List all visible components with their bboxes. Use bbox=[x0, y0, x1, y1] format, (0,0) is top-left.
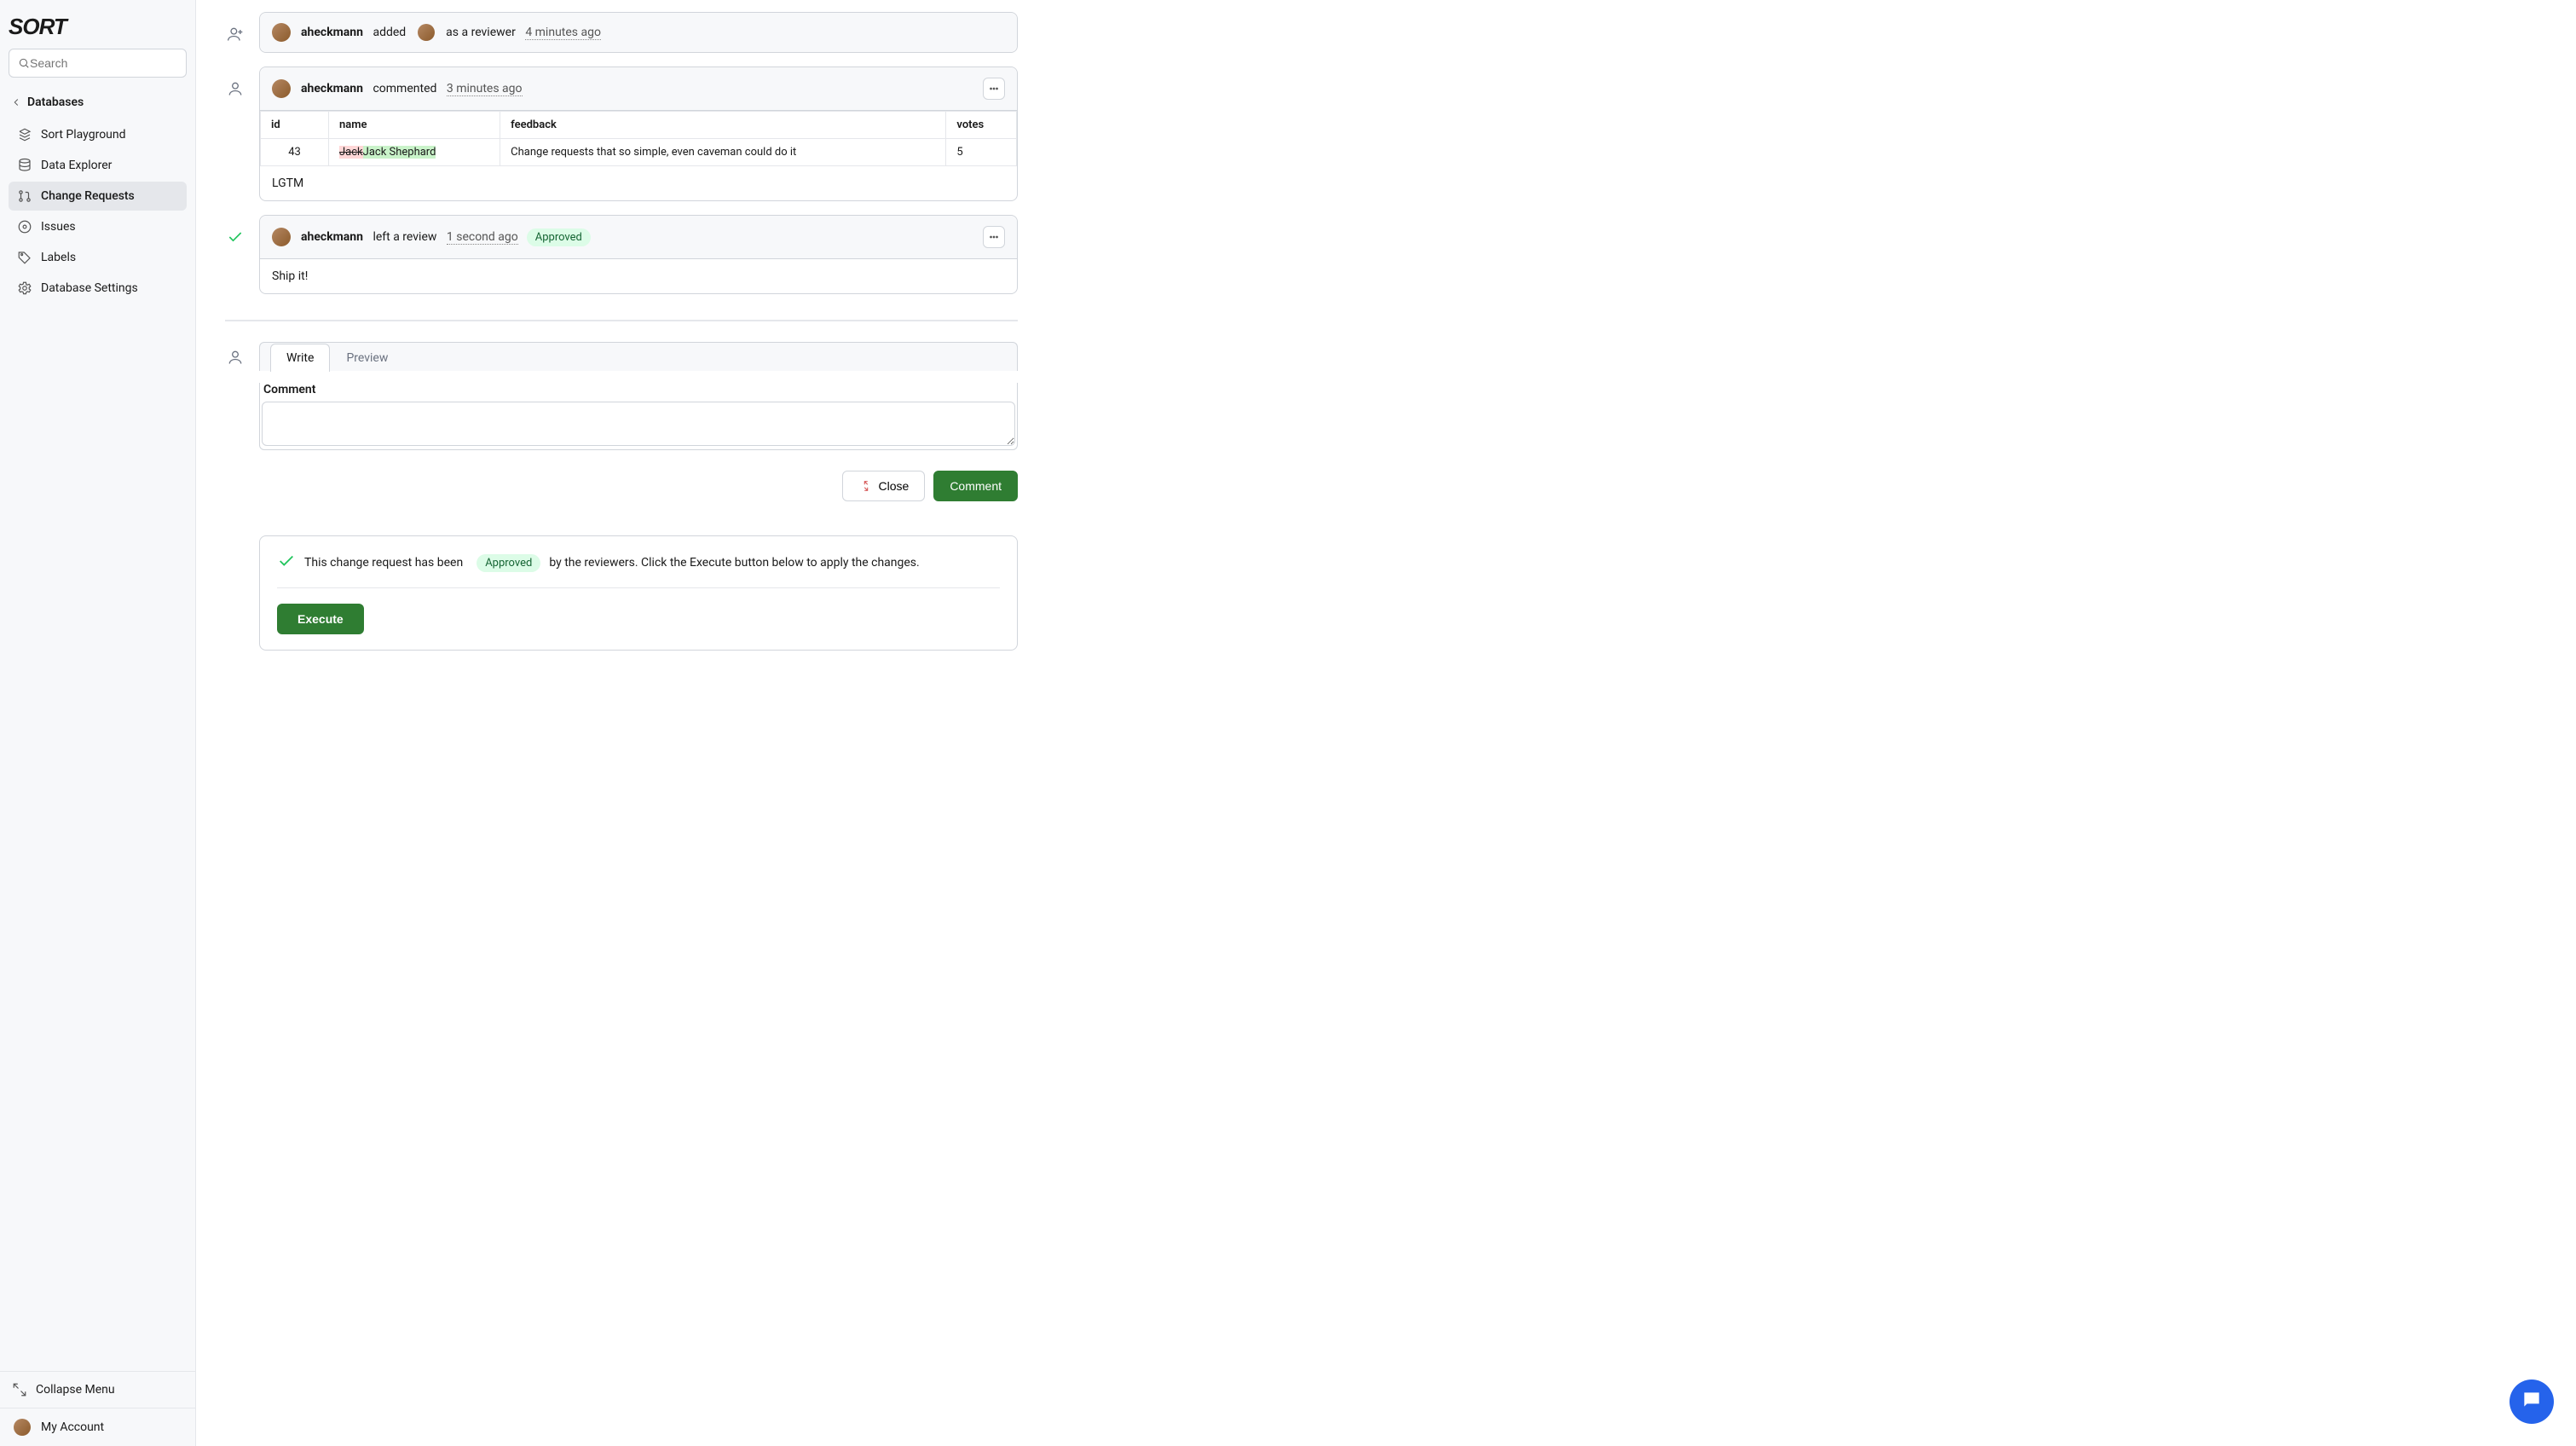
diff-deleted: Jack bbox=[339, 146, 363, 159]
cell-votes: 5 bbox=[946, 139, 1017, 166]
nav-data-explorer[interactable]: Data Explorer bbox=[9, 151, 187, 180]
person-add-icon bbox=[225, 24, 245, 44]
account-label: My Account bbox=[41, 1420, 104, 1434]
stack-icon bbox=[17, 127, 32, 142]
diff-table: id name feedback votes 43 JackJack Sheph… bbox=[260, 111, 1017, 166]
search-icon bbox=[18, 55, 30, 71]
pull-request-icon bbox=[17, 188, 32, 204]
tab-preview[interactable]: Preview bbox=[330, 344, 404, 372]
chevron-left-icon bbox=[9, 95, 24, 110]
nav-issues[interactable]: Issues bbox=[9, 212, 187, 241]
brand-logo: SORT bbox=[0, 10, 195, 49]
check-icon bbox=[225, 227, 245, 247]
status-card: This change request has been Approved by… bbox=[259, 535, 1018, 651]
search-input-wrap[interactable] bbox=[9, 49, 187, 78]
actor[interactable]: aheckmann bbox=[301, 230, 363, 244]
col-votes: votes bbox=[946, 112, 1017, 139]
person-icon bbox=[225, 347, 245, 367]
sidebar: SORT Databases Sort Playground Data Expl… bbox=[0, 0, 196, 1446]
back-label: Databases bbox=[27, 95, 84, 109]
nav-label: Sort Playground bbox=[41, 128, 126, 142]
approved-badge: Approved bbox=[477, 554, 540, 572]
nav-label: Change Requests bbox=[41, 189, 135, 203]
table-row: 43 JackJack Shephard Change requests tha… bbox=[261, 139, 1017, 166]
person-icon bbox=[225, 78, 245, 99]
search-input[interactable] bbox=[30, 56, 184, 70]
back-databases-link[interactable]: Databases bbox=[0, 88, 195, 117]
chat-icon bbox=[2521, 1389, 2543, 1414]
execute-button[interactable]: Execute bbox=[277, 604, 364, 634]
status-post: by the reviewers. Click the Execute butt… bbox=[549, 556, 919, 570]
avatar bbox=[272, 23, 291, 42]
composer-tabs: Write Preview bbox=[259, 342, 1018, 371]
close-label: Close bbox=[879, 479, 910, 493]
approved-badge: Approved bbox=[527, 228, 591, 246]
check-icon bbox=[277, 552, 296, 574]
close-cr-icon bbox=[858, 478, 874, 494]
avatar bbox=[14, 1419, 31, 1436]
event-review: aheckmann left a review 1 second ago App… bbox=[225, 215, 1018, 294]
comment-composer: Write Preview Comment Close Comment bbox=[225, 342, 1018, 651]
nav-label: Database Settings bbox=[41, 281, 138, 295]
nav-change-requests[interactable]: Change Requests bbox=[9, 182, 187, 211]
tab-write[interactable]: Write bbox=[270, 344, 330, 372]
col-name: name bbox=[329, 112, 500, 139]
nav-label: Issues bbox=[41, 220, 76, 234]
review-body: Ship it! bbox=[260, 259, 1017, 293]
cell-name: JackJack Shephard bbox=[329, 139, 500, 166]
more-button[interactable] bbox=[983, 78, 1005, 100]
actor[interactable]: aheckmann bbox=[301, 26, 363, 39]
nav-sort-playground[interactable]: Sort Playground bbox=[9, 120, 187, 149]
ellipsis-icon bbox=[986, 229, 1002, 245]
avatar bbox=[272, 228, 291, 246]
nav-label: Data Explorer bbox=[41, 159, 112, 172]
avatar bbox=[418, 24, 435, 41]
my-account[interactable]: My Account bbox=[0, 1408, 195, 1446]
collapse-label: Collapse Menu bbox=[36, 1383, 115, 1397]
timestamp[interactable]: 4 minutes ago bbox=[525, 26, 601, 40]
cell-feedback: Change requests that so simple, even cav… bbox=[500, 139, 946, 166]
comment-body: LGTM bbox=[260, 166, 1017, 200]
verb: added bbox=[373, 26, 406, 39]
avatar bbox=[272, 79, 291, 98]
nav-label: Labels bbox=[41, 251, 76, 264]
database-icon bbox=[17, 158, 32, 173]
collapse-menu[interactable]: Collapse Menu bbox=[0, 1372, 195, 1408]
actor[interactable]: aheckmann bbox=[301, 82, 363, 95]
comment-button[interactable]: Comment bbox=[933, 471, 1018, 501]
comment-textarea[interactable] bbox=[262, 402, 1015, 446]
ellipsis-icon bbox=[986, 81, 1002, 96]
suffix: as a reviewer bbox=[446, 26, 516, 39]
execute-label: Execute bbox=[297, 612, 344, 626]
more-button[interactable] bbox=[983, 226, 1005, 248]
issue-icon bbox=[17, 219, 32, 234]
comment-submit-label: Comment bbox=[950, 479, 1002, 493]
timestamp[interactable]: 1 second ago bbox=[447, 230, 518, 245]
tag-icon bbox=[17, 250, 32, 265]
diff-added: Jack Shephard bbox=[363, 146, 436, 159]
sidebar-footer: Collapse Menu My Account bbox=[0, 1371, 195, 1446]
chat-fab[interactable] bbox=[2510, 1379, 2554, 1424]
col-id: id bbox=[261, 112, 329, 139]
verb: commented bbox=[373, 82, 436, 95]
status-pre: This change request has been bbox=[304, 556, 463, 570]
event-comment: aheckmann commented 3 minutes ago id nam… bbox=[225, 67, 1018, 201]
nav-database-settings[interactable]: Database Settings bbox=[9, 274, 187, 303]
collapse-icon bbox=[12, 1382, 27, 1397]
verb: left a review bbox=[373, 230, 436, 244]
cell-id: 43 bbox=[261, 139, 329, 166]
event-added-reviewer: aheckmann added as a reviewer 4 minutes … bbox=[225, 12, 1018, 53]
col-feedback: feedback bbox=[500, 112, 946, 139]
main-content: aheckmann added as a reviewer 4 minutes … bbox=[196, 0, 2576, 1446]
nav: Sort Playground Data Explorer Change Req… bbox=[0, 117, 195, 1371]
gear-icon bbox=[17, 281, 32, 296]
close-button[interactable]: Close bbox=[842, 471, 926, 501]
nav-labels[interactable]: Labels bbox=[9, 243, 187, 272]
comment-label: Comment bbox=[263, 383, 1014, 396]
divider bbox=[225, 320, 1018, 321]
timestamp[interactable]: 3 minutes ago bbox=[447, 82, 523, 96]
